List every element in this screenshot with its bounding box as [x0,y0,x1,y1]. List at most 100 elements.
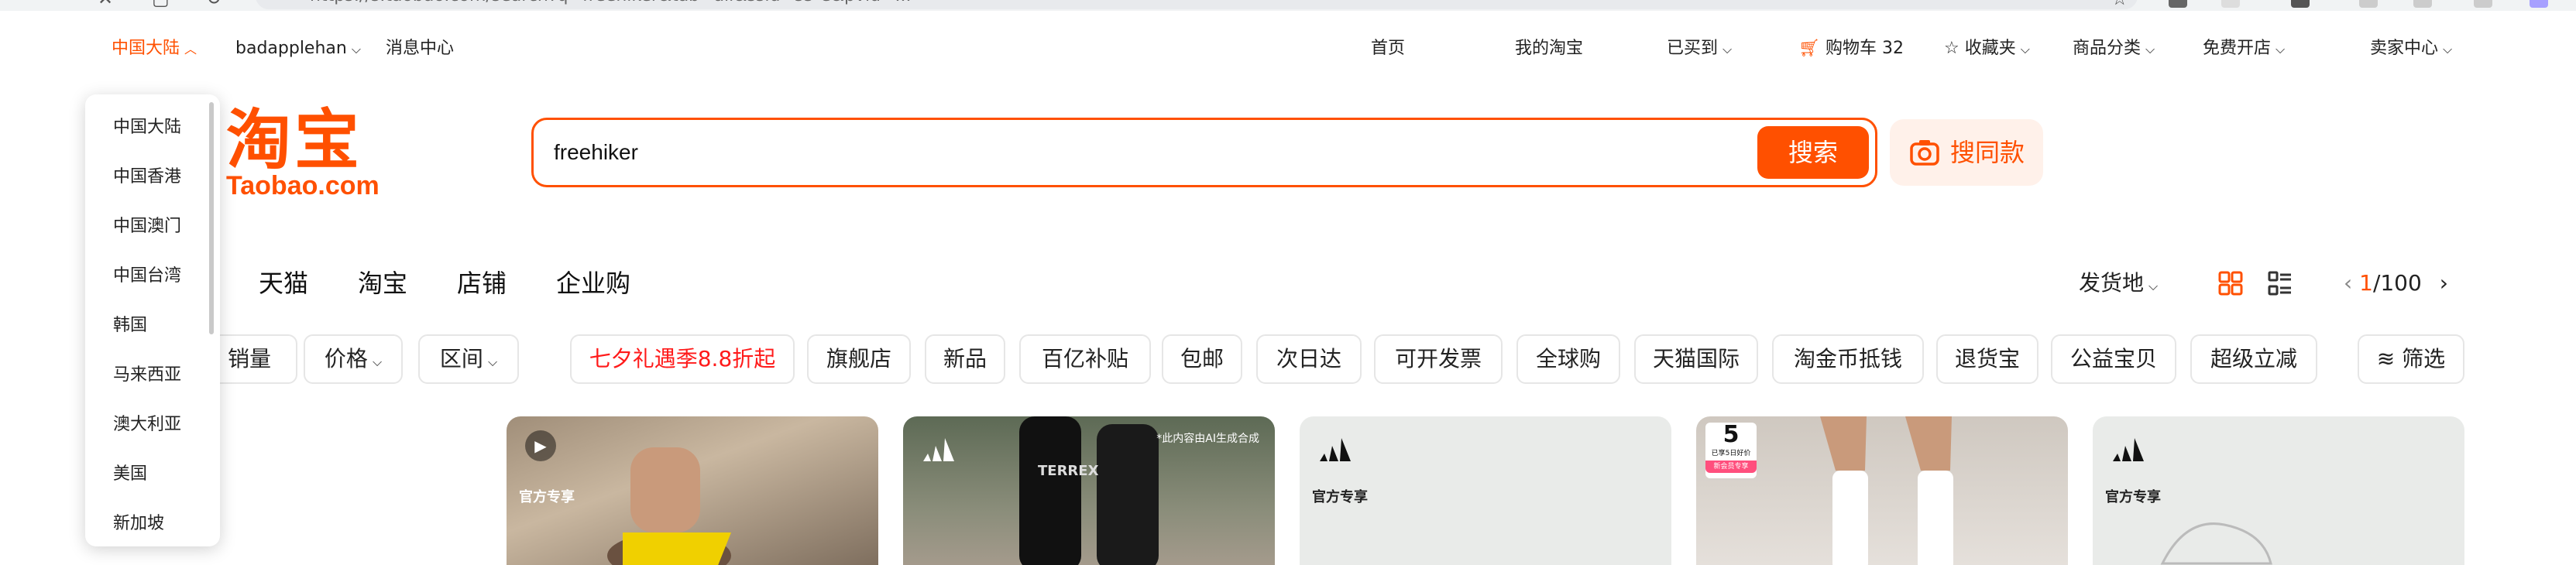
filter-chip[interactable]: 公益宝贝 [2051,334,2176,384]
topbar-dropdown[interactable]: 已买到 ⌵ [1667,36,1732,62]
search-tabs: 天猫 淘宝 店铺 企业购 [0,263,2576,303]
region-dropdown: 中国大陆 中国香港 中国澳门 中国台湾 韩国 马来西亚 澳大利亚 美国 新加坡 [85,94,220,546]
adidas-logo-icon [2113,438,2144,461]
reload-icon[interactable]: ↻ [206,0,225,8]
adidas-logo-icon [923,438,954,461]
chevron-down-icon: ⌵ [2275,42,2286,56]
search-button[interactable]: 搜索 [1757,126,1869,179]
cart-label: 购物车 [1825,39,1877,58]
filter-chip[interactable]: 天猫国际 [1634,334,1758,384]
product-image [2160,522,2272,565]
profile-icon[interactable] [2530,0,2548,8]
topbar-dropdown[interactable]: 卖家中心 ⌵ [2370,36,2452,62]
chevron-up-icon: ︿ [184,42,197,56]
adidas-logo-icon [1320,438,1351,461]
badge-number: 5 [1722,421,1740,448]
product-card[interactable]: 5 已享5日好价 新会员专享 [1696,416,2068,565]
filter-chip[interactable]: 旗舰店 [807,334,911,384]
topbar-dropdown-label: 卖家中心 [2370,39,2439,58]
ai-content-note: *此内容由AI生成合成 [1156,433,1259,445]
bookmark-star-icon[interactable]: ☆ [2111,0,2130,8]
region-option[interactable]: 韩国 [113,311,147,336]
region-option[interactable]: 澳大利亚 [113,410,181,435]
region-option[interactable]: 美国 [113,460,147,485]
promo-chip[interactable]: 七夕礼遇季8.8折起 [570,334,795,384]
back-icon[interactable]: ✕ [98,0,116,8]
topbar-link[interactable]: 首页 [1371,36,1405,62]
product-card[interactable]: ▶ 官方专享 [507,416,878,565]
region-option[interactable]: 新加坡 [113,509,164,534]
cart-count: 32 [1881,39,1904,58]
extension-icon[interactable] [2474,0,2492,8]
extension-icon[interactable] [2413,0,2432,8]
extension-icon[interactable] [2221,0,2240,8]
region-selector[interactable]: 中国大陆 ︿ [112,36,197,62]
filter-chip[interactable]: 百亿补贴 [1019,334,1151,384]
extension-badge-icon[interactable] [2291,0,2310,8]
range-chip[interactable]: 区间 ⌵ [418,334,519,384]
prev-page-icon[interactable]: ‹ [2344,270,2352,296]
advanced-filter-chip[interactable]: ≋ 筛选 [2358,334,2464,384]
taobao-logo[interactable]: 淘宝 Taobao.com [226,105,380,200]
list-view-icon[interactable] [2268,271,2293,296]
extension-icon[interactable] [2359,0,2378,8]
pager-current: 1 [2359,270,2373,296]
search-input[interactable] [554,134,1638,171]
region-option[interactable]: 马来西亚 [113,361,181,385]
region-option[interactable]: 中国台湾 [113,262,181,286]
region-option[interactable]: 中国大陆 [113,113,181,138]
tab-taobao[interactable]: 淘宝 [358,263,407,303]
product-tag: 官方专享 [2105,489,2161,505]
advanced-filter-label: 筛选 [2402,346,2446,372]
badge-member: 新会员专享 [1705,461,1757,473]
badge-sub: 已享5日好价 [1711,450,1751,457]
video-play-icon[interactable]: ▶ [525,430,556,461]
topbar-dropdown[interactable]: 商品分类 ⌵ [2073,36,2155,62]
my-taobao-link[interactable]: 我的淘宝 [1515,36,1583,62]
chevron-down-icon: ⌵ [1722,42,1733,56]
pager: ‹ 1/100 › [2344,263,2448,303]
chevron-down-icon: ⌵ [2020,42,2030,56]
top-utility-bar: 中国大陆 ︿ badapplehan ⌵ 消息中心 首页 我的淘宝 已买到 ⌵ 🛒︎ … [0,36,2576,62]
filter-chip[interactable]: 次日达 [1256,334,1362,384]
ship-from-dropdown[interactable]: 发货地 ⌵ [2079,263,2158,303]
product-image [607,447,731,565]
filter-chip[interactable]: 退货宝 [1936,334,2038,384]
range-label: 区间 [439,346,483,372]
tab-tmall[interactable]: 天猫 [259,263,308,303]
filter-chip[interactable]: 全球购 [1516,334,1620,384]
dropdown-scrollbar[interactable] [209,102,214,334]
topbar-dropdown[interactable]: 免费开店 ⌵ [2203,36,2285,62]
product-card[interactable]: 官方专享 [1300,416,1671,565]
product-card[interactable]: *此内容由AI生成合成 TERREX [903,416,1275,565]
product-card[interactable]: 官方专享 [2093,416,2464,565]
filter-chip[interactable]: 可开发票 [1374,334,1503,384]
extension-icon[interactable] [2169,0,2187,8]
favorites-menu[interactable]: ☆ 收藏夹 ⌵ [1944,36,2030,62]
topbar-dropdown-label: 已买到 [1667,39,1719,58]
tab-shops[interactable]: 店铺 [457,263,507,303]
address-bar[interactable]: https://s.taobao.com/search?q=freehiker&… [256,0,2138,9]
tab-enterprise[interactable]: 企业购 [556,263,630,303]
filter-chip[interactable]: 淘金币抵钱 [1772,334,1924,384]
cart-icon: 🛒︎ [1798,39,1820,58]
tab-icon[interactable]: ▢ [152,0,170,8]
price-label: 价格 [324,346,368,372]
cart-link[interactable]: 🛒︎ 购物车 32 [1798,36,1904,62]
messages-link[interactable]: 消息中心 [386,36,454,62]
region-option[interactable]: 中国澳门 [113,212,181,237]
region-option[interactable]: 中国香港 [113,163,181,187]
user-menu[interactable]: badapplehan ⌵ [235,36,361,62]
pager-total: /100 [2372,270,2422,296]
photo-search-button[interactable]: 搜同款 [1890,119,2043,186]
sort-price-chip[interactable]: 价格 ⌵ [304,334,403,384]
next-page-icon[interactable]: › [2440,270,2448,296]
filter-chip[interactable]: 超级立减 [2190,334,2317,384]
filter-chip[interactable]: 包邮 [1162,334,1242,384]
grid-view-icon[interactable] [2218,271,2243,296]
product-tag: 官方专享 [1312,489,1368,505]
filter-sliders-icon: ≋ [2376,346,2396,372]
region-label: 中国大陆 [112,39,180,58]
filter-chip[interactable]: 新品 [925,334,1005,384]
photo-search-label: 搜同款 [1950,138,2025,167]
